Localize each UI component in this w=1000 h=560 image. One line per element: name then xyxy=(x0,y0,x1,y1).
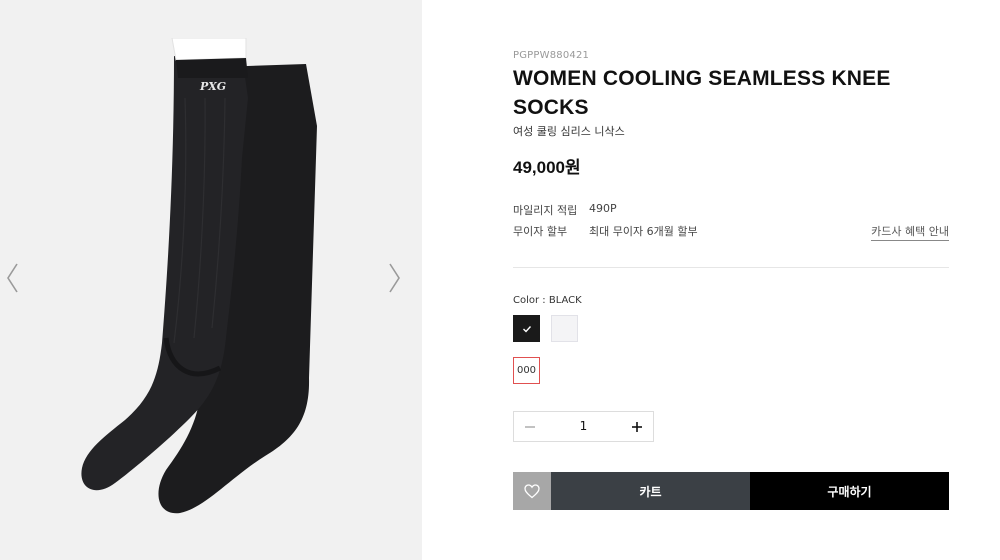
mileage-label: 마일리지 적립 xyxy=(513,204,578,217)
product-sku: PGPPW880421 xyxy=(513,50,590,61)
color-swatch-white[interactable] xyxy=(551,315,578,342)
installment-row: 무이자 할부 최대 무이자 6개월 할부 카드사 혜택 안내 xyxy=(513,223,949,241)
buy-button[interactable]: 구매하기 xyxy=(750,472,949,510)
action-bar: 카트 구매하기 xyxy=(513,472,949,510)
wishlist-button[interactable] xyxy=(513,472,551,510)
quantity-stepper xyxy=(513,411,654,442)
color-swatch-black[interactable] xyxy=(513,315,540,342)
svg-text:PXG: PXG xyxy=(199,80,226,93)
chevron-right-icon[interactable] xyxy=(385,258,405,298)
quantity-input[interactable] xyxy=(546,412,621,441)
size-option[interactable]: 000 xyxy=(513,357,540,384)
minus-icon[interactable] xyxy=(514,412,546,441)
product-title: WOMEN COOLING SEAMLESS KNEE SOCKS xyxy=(513,67,891,119)
cart-button[interactable]: 카트 xyxy=(551,472,750,510)
mileage-row: 마일리지 적립 490P xyxy=(513,202,949,218)
chevron-left-icon[interactable] xyxy=(2,258,22,298)
mileage-value: 490P xyxy=(589,202,617,215)
product-price: 49,000원 xyxy=(513,158,581,177)
installment-label: 무이자 할부 xyxy=(513,225,568,238)
card-benefit-link[interactable]: 카드사 혜택 안내 xyxy=(871,223,949,241)
product-subtitle: 여성 쿨링 심리스 니삭스 xyxy=(513,125,625,138)
heart-icon xyxy=(524,483,540,498)
product-gallery: PXG xyxy=(0,0,422,560)
color-label: Color : BLACK xyxy=(513,295,582,306)
plus-icon[interactable] xyxy=(621,412,653,441)
product-image: PXG xyxy=(81,38,317,514)
installment-value: 최대 무이자 6개월 할부 xyxy=(589,225,698,238)
divider xyxy=(513,267,949,268)
check-icon xyxy=(522,325,531,333)
